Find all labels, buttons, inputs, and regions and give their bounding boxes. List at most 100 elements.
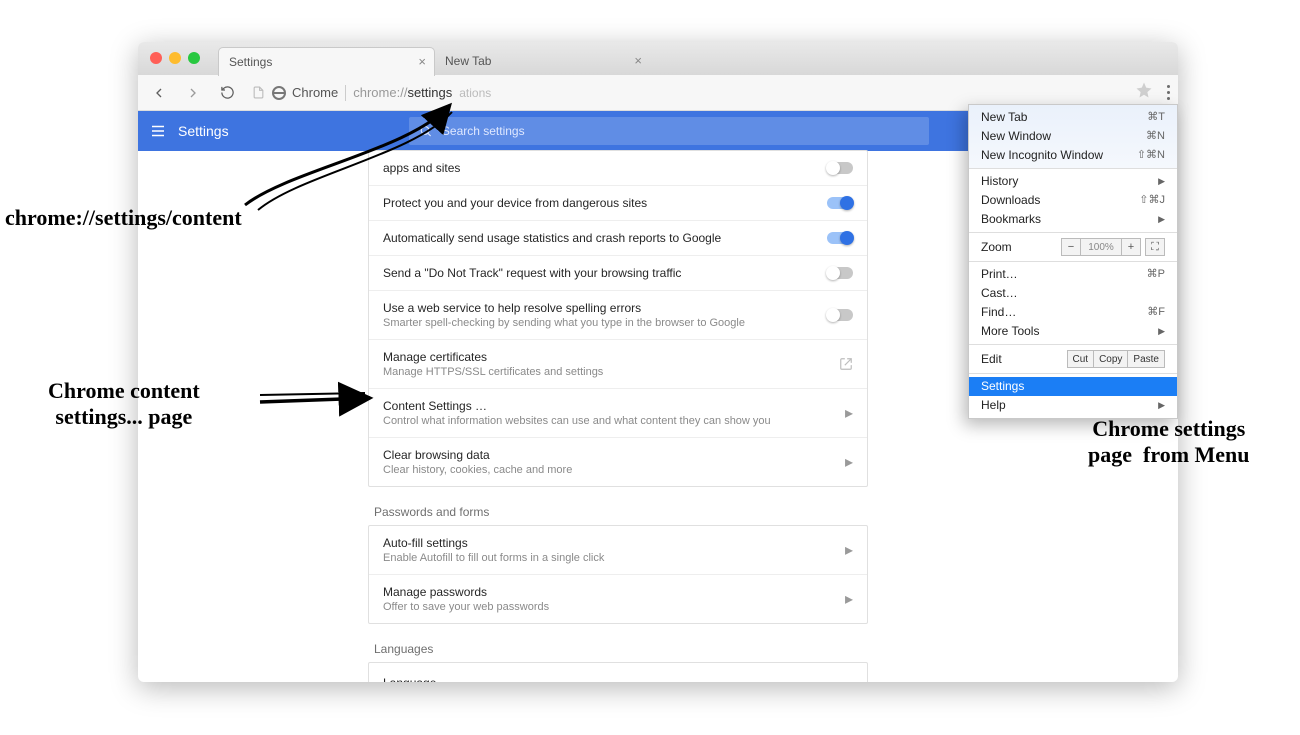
- submenu-arrow-icon: ▶: [1158, 324, 1165, 339]
- row-sublabel: Offer to save your web passwords: [383, 601, 845, 613]
- fullscreen-button[interactable]: ⛶: [1145, 238, 1165, 256]
- menu-label: More Tools: [981, 324, 1039, 339]
- menu-item[interactable]: History▶: [969, 172, 1177, 191]
- toggle[interactable]: [827, 162, 853, 174]
- toggle[interactable]: [827, 309, 853, 321]
- settings-row[interactable]: Use a web service to help resolve spelli…: [369, 290, 867, 339]
- settings-row[interactable]: Send a "Do Not Track" request with your …: [369, 255, 867, 290]
- bookmark-star-icon[interactable]: [1135, 81, 1153, 104]
- max-dot[interactable]: [188, 52, 200, 64]
- settings-row[interactable]: Automatically send usage statistics and …: [369, 220, 867, 255]
- external-icon: [839, 357, 853, 371]
- hamburger-button[interactable]: [138, 122, 178, 140]
- menu-item[interactable]: More Tools ▶: [969, 322, 1177, 341]
- min-dot[interactable]: [169, 52, 181, 64]
- settings-row[interactable]: Auto-fill settings Enable Autofill to fil…: [369, 526, 867, 574]
- shortcut: ⌘T: [1147, 110, 1165, 125]
- toggle[interactable]: [827, 267, 853, 279]
- menu-item[interactable]: New Window ⌘N: [969, 127, 1177, 146]
- menu-label: Help: [981, 398, 1006, 413]
- languages-title: Languages: [374, 642, 868, 656]
- zoom-in-button[interactable]: +: [1121, 238, 1141, 256]
- row-label: Auto-fill settings: [383, 536, 845, 550]
- shortcut: ⌘N: [1146, 129, 1165, 144]
- separator: [345, 85, 346, 101]
- search-input[interactable]: [440, 123, 919, 139]
- chrome-window: Settings × New Tab × Chrome: [138, 42, 1178, 682]
- chevron-right-icon: ▸: [845, 540, 853, 560]
- chevron-right-icon: ▸: [845, 589, 853, 609]
- menu-label: Zoom: [981, 240, 1012, 255]
- menu-label: New Tab: [981, 110, 1027, 125]
- forward-button[interactable]: [180, 80, 206, 106]
- menu-button[interactable]: [1167, 85, 1170, 100]
- chevron-down-icon: ⌄: [840, 673, 853, 682]
- menu-item[interactable]: New Tab ⌘T: [969, 108, 1177, 127]
- edit-copy-button[interactable]: Copy: [1094, 350, 1128, 368]
- traffic-lights: [150, 52, 200, 64]
- submenu-arrow-icon: ▶: [1158, 212, 1165, 227]
- menu-label: Settings: [981, 379, 1024, 394]
- annot-content: Chrome content settings... page: [48, 378, 200, 430]
- annot-menu: Chrome settings page from Menu: [1088, 416, 1250, 468]
- close-dot[interactable]: [150, 52, 162, 64]
- shortcut: ⇧⌘J: [1139, 193, 1165, 208]
- privacy-card: apps and sites Protect you and your devic…: [368, 150, 868, 487]
- zoom-value: 100%: [1081, 238, 1121, 256]
- menu-label: Bookmarks: [981, 212, 1041, 227]
- edit-paste-button[interactable]: Paste: [1128, 350, 1165, 368]
- shortcut: ⌘F: [1147, 305, 1165, 320]
- toggle[interactable]: [827, 197, 853, 209]
- chevron-right-icon: ▸: [845, 403, 853, 423]
- zoom-out-button[interactable]: −: [1061, 238, 1081, 256]
- shortcut: ⌘P: [1147, 267, 1165, 282]
- settings-row[interactable]: Protect you and your device from dangero…: [369, 185, 867, 220]
- menu-item[interactable]: Settings: [969, 377, 1177, 396]
- menu-label: Find…: [981, 305, 1016, 320]
- menu-item[interactable]: Bookmarks ▶: [969, 210, 1177, 229]
- chrome-icon: [272, 86, 286, 100]
- menu-label: Downloads: [981, 193, 1040, 208]
- menu-item[interactable]: Downloads ⇧⌘J: [969, 191, 1177, 210]
- passwords-title: Passwords and forms: [374, 505, 868, 519]
- settings-row[interactable]: Content Settings …Control what informati…: [369, 388, 867, 437]
- menu-label: New Window: [981, 129, 1051, 144]
- settings-row[interactable]: apps and sites: [369, 151, 867, 185]
- close-icon[interactable]: ×: [634, 53, 642, 68]
- row-sublabel: Enable Autofill to fill out forms in a s…: [383, 552, 845, 564]
- menu-item[interactable]: Help▶: [969, 396, 1177, 415]
- settings-row[interactable]: Manage passwords Offer to save your web p…: [369, 574, 867, 623]
- edit-cut-button[interactable]: Cut: [1067, 350, 1095, 368]
- row-label: Manage certificates: [383, 350, 839, 364]
- tab-settings[interactable]: Settings ×: [218, 47, 435, 76]
- settings-row[interactable]: Clear browsing data Clear history, cookie…: [369, 437, 867, 486]
- search-box[interactable]: [409, 117, 929, 145]
- annot-url: chrome://settings/content: [5, 205, 242, 231]
- tab-title: New Tab: [445, 54, 491, 68]
- row-sublabel: Clear history, cookies, cache and more: [383, 464, 845, 476]
- row-label: Send a "Do Not Track" request with your …: [383, 266, 827, 280]
- row-label: Language: [383, 676, 840, 682]
- chrome-menu: New Tab ⌘T New Window ⌘N New Incognito Windo…: [968, 104, 1178, 419]
- row-label: Manage passwords: [383, 585, 845, 599]
- row-label: Clear browsing data: [383, 448, 845, 462]
- row-label: Automatically send usage statistics and …: [383, 231, 827, 245]
- omnibox[interactable]: Chrome chrome://settings ations: [248, 85, 1127, 101]
- settings-row[interactable]: Manage certificatesManage HTTPS/SSL cert…: [369, 339, 867, 388]
- settings-row[interactable]: Language⌄: [369, 663, 867, 682]
- row-label: apps and sites: [383, 161, 827, 175]
- menu-item[interactable]: Find… ⌘F: [969, 303, 1177, 322]
- tab-newtab[interactable]: New Tab ×: [435, 47, 650, 75]
- reload-button[interactable]: [214, 80, 240, 106]
- menu-zoom: Zoom −100%+⛶: [969, 236, 1177, 258]
- row-sublabel: Control what information websites can us…: [383, 415, 845, 427]
- origin-chip: Chrome: [272, 85, 338, 100]
- back-button[interactable]: [146, 80, 172, 106]
- menu-item[interactable]: New Incognito Window⇧⌘N: [969, 146, 1177, 165]
- menu-item[interactable]: Print… ⌘P: [969, 265, 1177, 284]
- menu-item[interactable]: Cast…: [969, 284, 1177, 303]
- menu-label: Print…: [981, 267, 1018, 282]
- toggle[interactable]: [827, 232, 853, 244]
- languages-card: Language⌄: [368, 662, 868, 682]
- close-icon[interactable]: ×: [418, 54, 426, 69]
